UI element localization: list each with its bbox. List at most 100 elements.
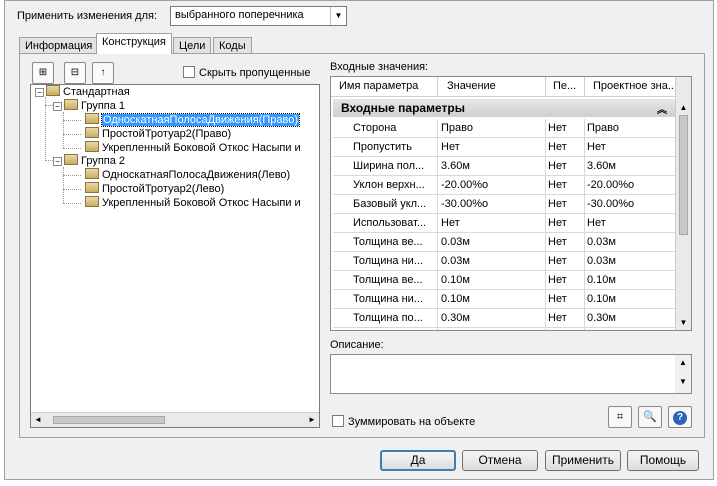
scroll-down-icon[interactable]: ▼ bbox=[676, 316, 691, 330]
ok-button[interactable]: Да bbox=[380, 450, 456, 471]
collapse-icon[interactable]: − bbox=[35, 88, 44, 97]
table-row[interactable]: Толщина ни... 0.10м Нет 0.10м bbox=[333, 290, 675, 309]
scroll-right-icon[interactable]: ► bbox=[305, 413, 319, 427]
tree-node-slope-left[interactable]: Укрепленный Боковой Откос Насыпи и bbox=[85, 196, 301, 211]
table-row[interactable]: Сторона Право Нет Право bbox=[333, 119, 675, 138]
tree-node-lane-right[interactable]: ОдноскатнаяПолосаДвижения(Право) bbox=[85, 113, 300, 128]
apply-button[interactable]: Применить bbox=[545, 450, 621, 471]
cell-per[interactable]: Нет bbox=[548, 122, 582, 134]
cell-value[interactable]: 3.60м bbox=[441, 160, 545, 172]
tree-node-sidewalk-left[interactable]: ПростойТротуар2(Лево) bbox=[85, 182, 224, 197]
tree-node-sidewalk-right[interactable]: ПростойТротуар2(Право) bbox=[85, 127, 231, 142]
scroll-up-icon[interactable]: ▲ bbox=[676, 101, 691, 115]
cell-design[interactable]: Нет bbox=[587, 217, 675, 229]
cancel-button[interactable]: Отмена bbox=[462, 450, 538, 471]
cell-value[interactable]: Нет bbox=[441, 141, 545, 153]
hide-skipped-checkbox[interactable]: Скрыть пропущенные bbox=[183, 66, 310, 79]
tree-node-group-1[interactable]: − Группа 1 bbox=[53, 99, 125, 114]
assembly-tree[interactable]: − Стандартная − Группа 1 ОдноскатнаяПолоса… bbox=[30, 84, 320, 428]
description-scrollbar[interactable]: ▲ ▼ bbox=[675, 355, 691, 393]
cell-design[interactable]: 0.10м bbox=[587, 293, 675, 305]
checkbox-box[interactable] bbox=[183, 66, 195, 78]
table-row[interactable]: Толщина ве... 0.03м Нет 0.03м bbox=[333, 233, 675, 252]
cell-design[interactable]: Право bbox=[587, 122, 675, 134]
cell-per[interactable]: Нет bbox=[548, 312, 582, 324]
cell-design[interactable]: 0.03м bbox=[587, 236, 675, 248]
cell-value[interactable]: 0.03м bbox=[441, 236, 545, 248]
tree-node-lane-left[interactable]: ОдноскатнаяПолосаДвижения(Лево) bbox=[85, 168, 290, 183]
apply-changes-select[interactable]: выбранного поперечника ▼ bbox=[170, 6, 347, 26]
table-row[interactable]: Толщина ве... 0.10м Нет 0.10м bbox=[333, 271, 675, 290]
tab-targets[interactable]: Цели bbox=[173, 37, 212, 54]
group-row-input-parameters[interactable]: Входные параметры ︽ bbox=[333, 99, 675, 117]
scroll-thumb[interactable] bbox=[679, 115, 688, 235]
table-row[interactable]: Толщина по... 0.30м Нет 0.30м bbox=[333, 309, 675, 328]
collapse-icon[interactable]: − bbox=[53, 102, 62, 111]
table-row[interactable]: Коды верхне...Верхний слой п...НетВерхни… bbox=[333, 328, 675, 330]
header-per[interactable]: Пе... bbox=[553, 80, 576, 92]
tab-information[interactable]: Информация bbox=[19, 37, 99, 54]
tab-construction[interactable]: Конструкция bbox=[96, 33, 172, 54]
scroll-left-icon[interactable]: ◄ bbox=[31, 413, 45, 427]
cell-per[interactable]: Нет bbox=[548, 293, 582, 305]
move-up-icon[interactable]: ↑ bbox=[92, 62, 114, 84]
cell-per[interactable]: Нет bbox=[548, 217, 582, 229]
checkbox-box[interactable] bbox=[332, 415, 344, 427]
table-row[interactable]: Толщина ни... 0.03м Нет 0.03м bbox=[333, 252, 675, 271]
help-button[interactable]: Помощь bbox=[627, 450, 699, 471]
cell-design[interactable]: 0.30м bbox=[587, 312, 675, 324]
cell-value[interactable]: Нет bbox=[441, 217, 545, 229]
tree-horizontal-scrollbar[interactable]: ◄ ► bbox=[31, 412, 319, 427]
cell-design[interactable]: -20.00%о bbox=[587, 179, 675, 191]
cell-design[interactable]: 3.60м bbox=[587, 160, 675, 172]
cell-per[interactable]: Нет bbox=[548, 198, 582, 210]
cell-design[interactable]: 0.10м bbox=[587, 274, 675, 286]
scroll-down-icon[interactable]: ▼ bbox=[675, 377, 691, 386]
cell-name: Сторона bbox=[353, 122, 397, 134]
header-design[interactable]: Проектное зна... bbox=[593, 80, 677, 92]
select-object-icon[interactable]: ⌗ bbox=[608, 406, 632, 428]
header-name[interactable]: Имя параметра bbox=[339, 80, 418, 92]
cell-name: Уклон верхн... bbox=[353, 179, 425, 191]
table-row[interactable]: Уклон верхн... -20.00%о Нет -20.00%о bbox=[333, 176, 675, 195]
collapse-all-icon[interactable]: ⊟ bbox=[64, 62, 86, 84]
tree-node-root[interactable]: − Стандартная bbox=[35, 85, 130, 100]
help-icon[interactable]: ? bbox=[668, 406, 692, 428]
group-icon bbox=[64, 99, 78, 110]
description-field[interactable]: ▲ ▼ bbox=[330, 354, 692, 394]
collapse-icon[interactable]: − bbox=[53, 157, 62, 166]
table-row[interactable]: Пропустить Нет Нет Нет bbox=[333, 138, 675, 157]
scroll-thumb[interactable] bbox=[53, 416, 165, 424]
zoom-icon[interactable]: 🔍 bbox=[638, 406, 662, 428]
cell-value[interactable]: 0.10м bbox=[441, 274, 545, 286]
cell-design[interactable]: 0.03м bbox=[587, 255, 675, 267]
grid-vertical-scrollbar[interactable]: ▲ ▼ bbox=[675, 77, 691, 330]
cell-per[interactable]: Нет bbox=[548, 274, 582, 286]
cell-per[interactable]: Нет bbox=[548, 160, 582, 172]
cell-per[interactable]: Нет bbox=[548, 255, 582, 267]
cell-value[interactable]: Право bbox=[441, 122, 545, 134]
expand-all-icon[interactable]: ⊞ bbox=[32, 62, 54, 84]
table-row[interactable]: Базовый укл... -30.00%о Нет -30.00%о bbox=[333, 195, 675, 214]
double-chevron-up-icon[interactable]: ︽ bbox=[657, 101, 667, 116]
table-row[interactable]: Использоват... Нет Нет Нет bbox=[333, 214, 675, 233]
cell-value[interactable]: 0.03м bbox=[441, 255, 545, 267]
cell-value[interactable]: -20.00%о bbox=[441, 179, 545, 191]
parameters-grid[interactable]: Имя параметра Значение Пе... Проектное з… bbox=[330, 76, 692, 331]
cell-per[interactable]: Нет bbox=[548, 141, 582, 153]
cell-value[interactable]: -30.00%о bbox=[441, 198, 545, 210]
chevron-down-icon[interactable]: ▼ bbox=[330, 7, 346, 25]
header-value[interactable]: Значение bbox=[447, 80, 496, 92]
cell-per[interactable]: Нет bbox=[548, 236, 582, 248]
cell-per[interactable]: Нет bbox=[548, 179, 582, 191]
cell-name: Толщина ни... bbox=[353, 255, 423, 267]
scroll-up-icon[interactable]: ▲ bbox=[675, 358, 691, 367]
cell-value[interactable]: 0.10м bbox=[441, 293, 545, 305]
cell-design[interactable]: Нет bbox=[587, 141, 675, 153]
tab-codes[interactable]: Коды bbox=[213, 37, 252, 54]
tree-node-group-2[interactable]: − Группа 2 bbox=[53, 154, 125, 169]
zoom-to-object-checkbox[interactable]: Зуммировать на объекте bbox=[332, 415, 475, 428]
cell-design[interactable]: -30.00%о bbox=[587, 198, 675, 210]
table-row[interactable]: Ширина пол... 3.60м Нет 3.60м bbox=[333, 157, 675, 176]
cell-value[interactable]: 0.30м bbox=[441, 312, 545, 324]
